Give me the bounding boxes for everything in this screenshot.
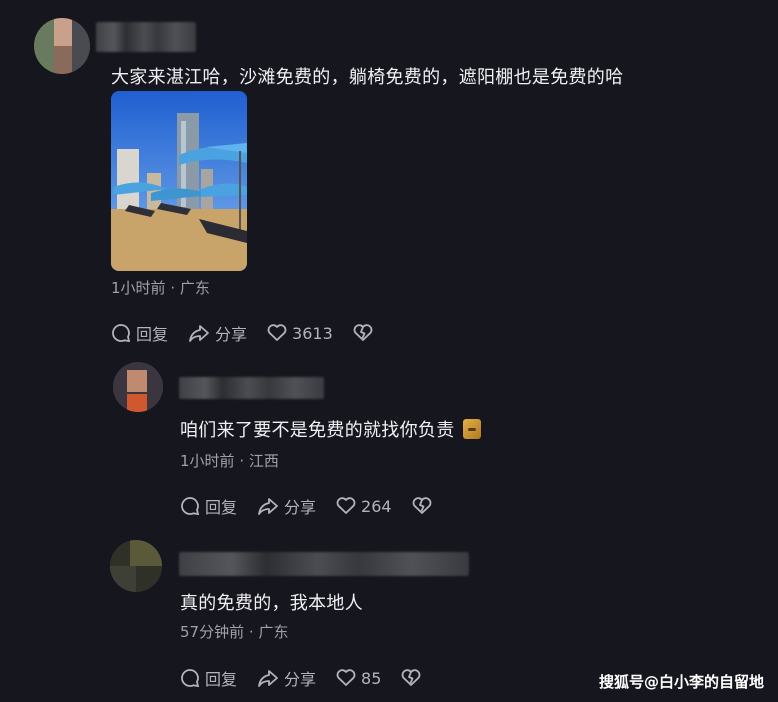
comment-time: 1小时前 [180, 452, 235, 470]
like-count: 85 [361, 668, 382, 688]
reply-button[interactable]: 回复 [180, 666, 237, 690]
broken-heart-icon [412, 497, 431, 514]
comment-location: 江西 [248, 452, 279, 470]
comment-meta: 1小时前 · 江西 [180, 450, 279, 471]
dislike-button[interactable] [353, 324, 378, 342]
meta-separator: · [170, 279, 176, 297]
avatar[interactable] [113, 362, 163, 412]
share-label: 分享 [215, 325, 248, 344]
comment-time: 57分钟前 [180, 623, 245, 641]
like-button[interactable]: 264 [336, 497, 392, 516]
beach-photo[interactable] [111, 91, 247, 271]
heart-icon [336, 497, 356, 514]
comment-location: 广东 [179, 279, 210, 297]
share-icon [189, 325, 209, 342]
share-button[interactable]: 分享 [257, 666, 316, 690]
avatar[interactable] [34, 18, 90, 74]
share-button[interactable]: 分享 [257, 494, 316, 518]
reply-label: 回复 [205, 498, 238, 517]
meta-separator: · [239, 452, 245, 470]
broken-heart-icon [353, 324, 373, 341]
share-icon [258, 498, 278, 515]
avatar[interactable] [110, 540, 162, 592]
heart-icon [267, 324, 287, 341]
reply-label: 回复 [136, 325, 169, 344]
share-label: 分享 [284, 670, 317, 689]
like-button[interactable]: 85 [336, 669, 381, 688]
like-count: 264 [361, 496, 392, 516]
reply-icon [181, 497, 200, 516]
share-button[interactable]: 分享 [188, 321, 247, 345]
share-icon [258, 670, 278, 687]
comment-text: 大家来湛江哈，沙滩免费的，躺椅免费的，遮阳棚也是免费的哈 [111, 67, 624, 88]
comment-meta: 57分钟前 · 广东 [180, 621, 288, 642]
watermark: 搜狐号@白小李的自留地 [598, 673, 764, 691]
share-label: 分享 [284, 498, 317, 517]
like-count: 3613 [292, 323, 333, 343]
dislike-button[interactable] [401, 669, 426, 687]
username-blurred[interactable] [179, 377, 324, 399]
comment-actions: 回复 分享 85 [180, 666, 426, 690]
like-button[interactable]: 3613 [267, 324, 333, 343]
emoji-icon [462, 419, 481, 439]
reply-button[interactable]: 回复 [180, 494, 237, 518]
comment-actions: 回复 分享 264 [180, 494, 437, 518]
reply-label: 回复 [205, 670, 238, 689]
broken-heart-icon [402, 669, 421, 686]
meta-separator: · [248, 623, 254, 641]
reply-icon [181, 669, 200, 688]
comment-text: 咱们来了要不是免费的就找你负责 [180, 416, 481, 442]
reply-button[interactable]: 回复 [111, 321, 168, 345]
comment-text: 真的免费的，我本地人 [180, 593, 363, 614]
comment-time: 1小时前 [111, 279, 166, 297]
comment-meta: 1小时前 · 广东 [111, 277, 210, 298]
reply-icon [112, 324, 131, 343]
username-blurred[interactable] [96, 22, 196, 52]
heart-icon [336, 669, 356, 686]
dislike-button[interactable] [412, 497, 437, 515]
comment-text-content: 咱们来了要不是免费的就找你负责 [180, 420, 455, 441]
comment-actions: 回复 分享 3613 [111, 321, 378, 345]
username-blurred[interactable] [179, 552, 469, 576]
comment-location: 广东 [258, 623, 289, 641]
